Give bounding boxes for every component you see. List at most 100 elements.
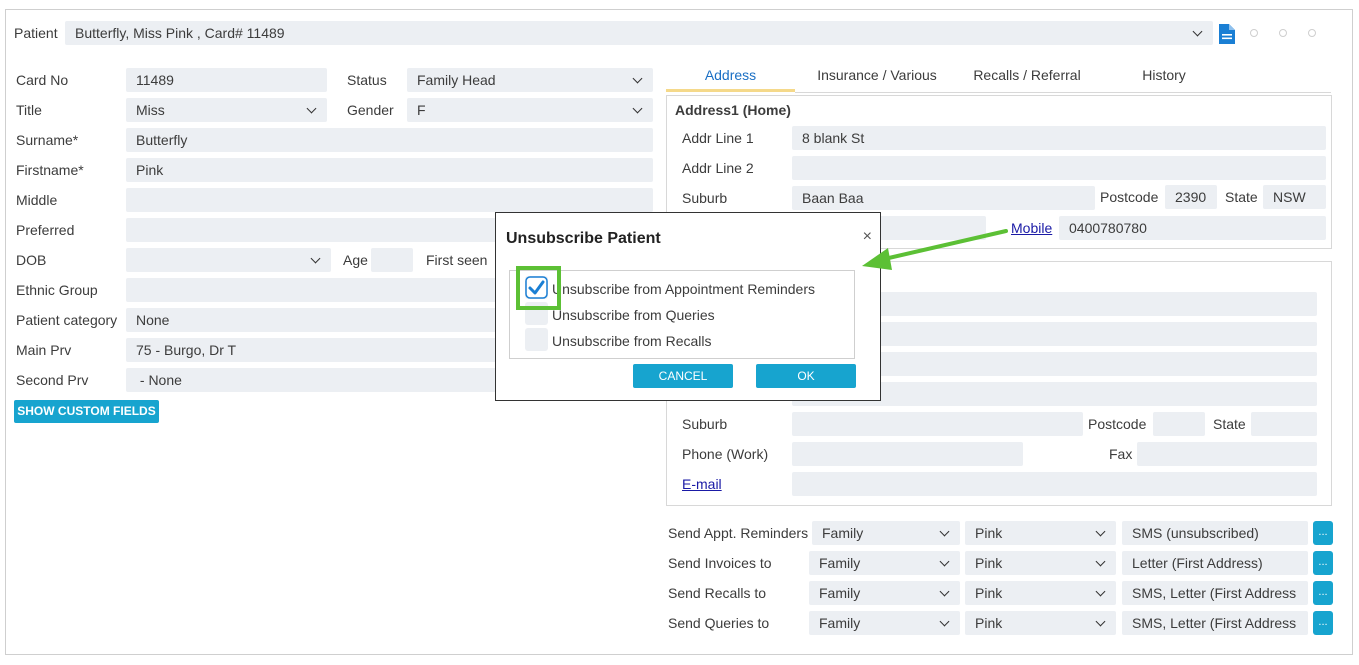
- send-invoices-method-field[interactable]: Letter (First Address): [1122, 551, 1308, 575]
- send-queries-label: Send Queries to: [668, 615, 770, 631]
- title-select[interactable]: Miss: [126, 98, 327, 122]
- email-link-text[interactable]: E-mail: [682, 476, 722, 492]
- state-field[interactable]: NSW: [1263, 185, 1326, 209]
- phone-work-label: Phone (Work): [682, 446, 769, 462]
- state-label: State: [1225, 189, 1258, 205]
- fax-field[interactable]: [1137, 442, 1317, 466]
- dialog-title: Unsubscribe Patient: [506, 230, 661, 247]
- email-field[interactable]: [792, 472, 1317, 496]
- chevron-down-icon: [938, 551, 952, 575]
- state2-label: State: [1213, 416, 1246, 432]
- age-label: Age: [343, 252, 368, 268]
- send-appt-more-button[interactable]: ...: [1313, 521, 1333, 545]
- addr-line2-label: Addr Line 2: [682, 160, 754, 176]
- gender-select[interactable]: F: [407, 98, 653, 122]
- chevron-down-icon: [305, 98, 319, 122]
- send-invoices-person-select[interactable]: Pink: [965, 551, 1116, 575]
- send-invoices-who-select[interactable]: Family: [809, 551, 960, 575]
- mobile-link[interactable]: Mobile: [1011, 216, 1052, 240]
- document-icon[interactable]: [1218, 23, 1236, 45]
- arrow-icon: [862, 229, 1008, 270]
- chevron-down-icon: [938, 581, 952, 605]
- chevron-down-icon: [938, 521, 952, 545]
- mobile-field[interactable]: 0400780780: [1059, 216, 1326, 240]
- gender-label: Gender: [347, 102, 394, 118]
- patient-select[interactable]: Butterfly, Miss Pink , Card# 11489: [65, 21, 1213, 45]
- cancel-button[interactable]: CANCEL: [633, 364, 733, 388]
- chevron-down-icon: [1094, 611, 1108, 635]
- send-appt-person-select[interactable]: Pink: [965, 521, 1116, 545]
- addr-line1-field[interactable]: 8 blank St: [792, 126, 1326, 150]
- chevron-down-icon: [938, 611, 952, 635]
- firstname-field[interactable]: Pink: [126, 158, 653, 182]
- phone-work-field[interactable]: [792, 442, 1023, 466]
- chevron-down-icon: [631, 98, 645, 122]
- show-custom-fields-button[interactable]: SHOW CUSTOM FIELDS: [14, 400, 159, 423]
- postcode2-field[interactable]: [1153, 412, 1205, 436]
- send-invoices-who-value: Family: [819, 555, 861, 571]
- suburb-field[interactable]: Baan Baa: [792, 186, 1095, 210]
- card-no-field[interactable]: 11489: [126, 68, 327, 92]
- page-dot-1[interactable]: [1250, 29, 1258, 37]
- dob-select[interactable]: [126, 248, 331, 272]
- state2-field[interactable]: [1251, 412, 1317, 436]
- send-recalls-person-value: Pink: [975, 585, 1003, 601]
- ethnic-group-label: Ethnic Group: [16, 282, 98, 298]
- chevron-down-icon: [631, 68, 645, 92]
- patient-label: Patient: [14, 25, 58, 41]
- preferred-label: Preferred: [16, 222, 75, 238]
- email-link[interactable]: E-mail: [682, 472, 722, 496]
- tab-recalls-referral[interactable]: Recalls / Referral: [958, 66, 1096, 92]
- postcode-field[interactable]: 2390: [1165, 185, 1217, 209]
- page-dot-2[interactable]: [1279, 29, 1287, 37]
- send-queries-person-value: Pink: [975, 615, 1003, 631]
- recalls-checkbox[interactable]: [525, 328, 548, 351]
- tab-divider: [795, 92, 1331, 93]
- queries-label: Unsubscribe from Queries: [552, 307, 715, 323]
- dob-label: DOB: [16, 252, 47, 268]
- card-no-label: Card No: [16, 72, 69, 88]
- suburb2-field[interactable]: [792, 412, 1083, 436]
- status-select[interactable]: Family Head: [407, 68, 653, 92]
- surname-field[interactable]: Butterfly: [126, 128, 653, 152]
- send-recalls-more-button[interactable]: ...: [1313, 581, 1333, 605]
- ok-button[interactable]: OK: [756, 364, 856, 388]
- send-invoices-person-value: Pink: [975, 555, 1003, 571]
- chevron-down-icon: [1094, 581, 1108, 605]
- send-appt-person-value: Pink: [975, 525, 1003, 541]
- addr-line2-field[interactable]: [792, 156, 1326, 180]
- chevron-down-icon: [309, 248, 323, 272]
- postcode2-label: Postcode: [1088, 416, 1147, 432]
- send-queries-more-button[interactable]: ...: [1313, 611, 1333, 635]
- send-invoices-more-button[interactable]: ...: [1313, 551, 1333, 575]
- firstname-label: Firstname*: [16, 162, 84, 178]
- mobile-link-text[interactable]: Mobile: [1011, 220, 1052, 236]
- tab-address[interactable]: Address: [666, 66, 795, 92]
- middle-label: Middle: [16, 192, 58, 208]
- address1-heading: Address1 (Home): [675, 102, 791, 118]
- chevron-down-icon: [1191, 21, 1205, 45]
- first-seen-label: First seen: [426, 252, 488, 268]
- send-appt-method-field[interactable]: SMS (unsubscribed): [1122, 521, 1308, 545]
- send-invoices-label: Send Invoices to: [668, 555, 772, 571]
- send-recalls-method-field[interactable]: SMS, Letter (First Address: [1122, 581, 1308, 605]
- send-queries-method-field[interactable]: SMS, Letter (First Address: [1122, 611, 1308, 635]
- send-queries-person-select[interactable]: Pink: [965, 611, 1116, 635]
- postcode-label: Postcode: [1100, 189, 1159, 205]
- chevron-down-icon: [1094, 521, 1108, 545]
- middle-field[interactable]: [126, 188, 653, 212]
- tab-history[interactable]: History: [1106, 66, 1222, 92]
- page-dot-3[interactable]: [1308, 29, 1316, 37]
- surname-label: Surname*: [16, 132, 79, 148]
- send-queries-who-select[interactable]: Family: [809, 611, 960, 635]
- suburb2-label: Suburb: [682, 416, 728, 432]
- age-field[interactable]: [371, 248, 413, 272]
- tab-insurance[interactable]: Insurance / Various: [806, 66, 948, 92]
- highlight-box: [516, 266, 561, 310]
- send-recalls-who-select[interactable]: Family: [809, 581, 960, 605]
- send-recalls-person-select[interactable]: Pink: [965, 581, 1116, 605]
- send-appt-who-select[interactable]: Family: [812, 521, 960, 545]
- recalls-label: Unsubscribe from Recalls: [552, 333, 712, 349]
- send-queries-who-value: Family: [819, 615, 861, 631]
- send-recalls-label: Send Recalls to: [668, 585, 767, 601]
